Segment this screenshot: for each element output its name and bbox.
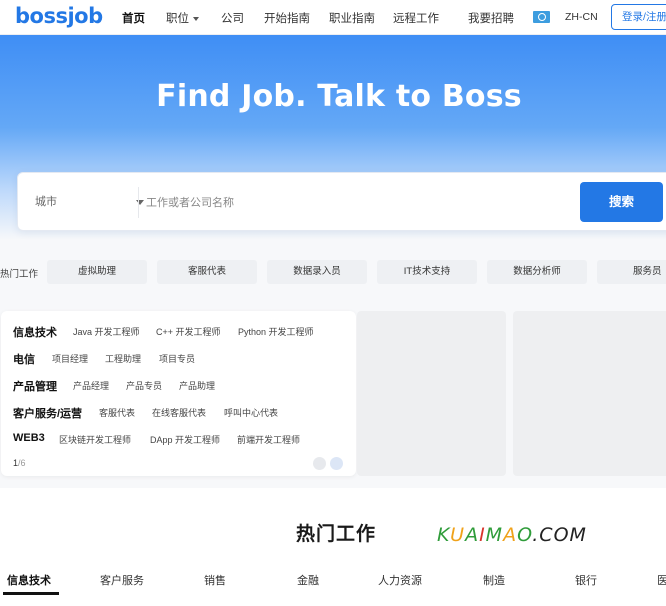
tab-banking[interactable]: 银行 xyxy=(575,572,597,588)
category-job-link[interactable]: 产品专员 xyxy=(126,379,162,392)
tab-customer-service[interactable]: 客户服务 xyxy=(100,572,144,588)
tab-finance[interactable]: 金融 xyxy=(297,572,319,588)
hero-title: Find Job. Talk to Boss xyxy=(156,79,522,114)
chevron-down-icon xyxy=(193,16,199,21)
category-job-link[interactable]: DApp 开发工程师 xyxy=(150,433,220,446)
nav-career-guide[interactable]: 职业指南 xyxy=(329,10,375,26)
nav-recruit[interactable]: 我要招聘 xyxy=(468,10,514,26)
nav-remote-work[interactable]: 远程工作 xyxy=(393,10,439,26)
top-header: bossjob 首页 职位 公司 开始指南 职业指南 远程工作 我要招聘 ZH-… xyxy=(0,0,666,35)
language-selector[interactable]: ZH-CN xyxy=(565,11,598,23)
city-select[interactable]: 城市 xyxy=(35,193,145,213)
category-job-link[interactable]: 产品经理 xyxy=(73,379,109,392)
category-job-link[interactable]: 项目专员 xyxy=(159,352,195,365)
category-job-link[interactable]: 项目经理 xyxy=(52,352,88,365)
nav-home[interactable]: 首页 xyxy=(122,10,145,26)
category-job-link[interactable]: 呼叫中心代表 xyxy=(224,406,278,419)
hot-job-tag[interactable]: 数据录入员 xyxy=(267,260,367,284)
login-register-button[interactable]: 登录/注册 xyxy=(611,4,666,30)
bossjob-logo[interactable]: bossjob xyxy=(15,4,103,28)
hot-job-tag[interactable]: IT技术支持 xyxy=(377,260,477,284)
nav-jobs[interactable]: 职位 xyxy=(166,10,199,26)
hot-job-tag[interactable]: 数据分析师 xyxy=(487,260,587,284)
search-bar: 城市 搜索 xyxy=(17,172,666,231)
prev-page-button[interactable] xyxy=(313,457,326,470)
category-name[interactable]: 电信 xyxy=(13,351,35,367)
category-name[interactable]: 信息技术 xyxy=(13,324,57,340)
hot-jobs-label: 热门工作 xyxy=(0,269,39,280)
category-name[interactable]: 产品管理 xyxy=(13,378,57,394)
un-flag-icon[interactable] xyxy=(533,11,550,23)
category-job-link[interactable]: Java 开发工程师 xyxy=(73,325,140,338)
category-pager: 1/6 xyxy=(13,458,26,468)
job-category-card: 信息技术 Java 开发工程师 C++ 开发工程师 Python 开发工程师 电… xyxy=(1,311,356,476)
hot-job-tag[interactable]: 服务员 xyxy=(597,260,666,284)
category-job-link[interactable]: 客服代表 xyxy=(99,406,135,419)
banner-placeholder[interactable] xyxy=(357,311,506,476)
nav-getting-started[interactable]: 开始指南 xyxy=(264,10,310,26)
tab-it[interactable]: 信息技术 xyxy=(7,572,51,588)
category-job-link[interactable]: 工程助理 xyxy=(105,352,141,365)
category-job-link[interactable]: Python 开发工程师 xyxy=(238,325,314,338)
tab-sales[interactable]: 销售 xyxy=(204,572,226,588)
category-job-link[interactable]: 产品助理 xyxy=(179,379,215,392)
watermark-logo: KUAIMAO.COM xyxy=(437,524,587,546)
search-divider xyxy=(138,187,139,218)
tab-hr[interactable]: 人力资源 xyxy=(378,572,422,588)
category-name[interactable]: WEB3 xyxy=(13,432,45,444)
nav-companies[interactable]: 公司 xyxy=(221,10,244,26)
tab-manufacturing[interactable]: 制造 xyxy=(483,572,505,588)
hot-job-tag[interactable]: 客服代表 xyxy=(157,260,257,284)
pager-total: /6 xyxy=(18,458,26,468)
tab-medical[interactable]: 医 xyxy=(657,572,666,588)
category-job-link[interactable]: 区块链开发工程师 xyxy=(59,433,131,446)
category-job-link[interactable]: 在线客服代表 xyxy=(152,406,206,419)
category-job-link[interactable]: 前端开发工程师 xyxy=(237,433,300,446)
hot-job-tag[interactable]: 虚拟助理 xyxy=(47,260,147,284)
search-button[interactable]: 搜索 xyxy=(580,182,663,222)
next-page-button[interactable] xyxy=(330,457,343,470)
category-job-link[interactable]: C++ 开发工程师 xyxy=(156,325,221,338)
active-tab-indicator xyxy=(3,592,59,595)
search-input[interactable] xyxy=(146,187,576,218)
category-name[interactable]: 客户服务/运营 xyxy=(13,405,82,421)
hot-jobs-section xyxy=(0,488,666,606)
banner-placeholder[interactable] xyxy=(513,311,666,476)
city-select-label: 城市 xyxy=(35,196,57,208)
section-title: 热门工作 xyxy=(296,524,377,545)
